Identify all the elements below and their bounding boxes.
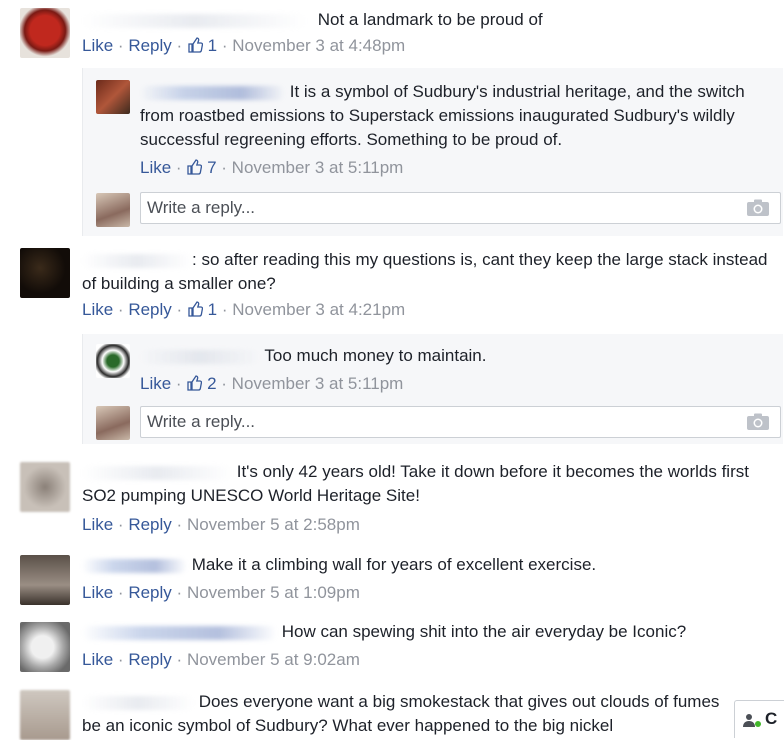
separator: · [175, 158, 182, 177]
timestamp[interactable]: November 3 at 5:11pm [232, 158, 404, 177]
commenter-name[interactable] [140, 85, 285, 100]
reply-link[interactable]: Reply [128, 583, 171, 602]
reply-link[interactable]: Reply [128, 300, 171, 319]
avatar[interactable] [96, 344, 130, 378]
avatar[interactable] [20, 555, 70, 605]
like-count[interactable]: 1 [208, 36, 217, 55]
like-link[interactable]: Like [82, 36, 113, 55]
reply-text: Too much money to maintain. [140, 344, 765, 368]
separator: · [176, 583, 183, 602]
separator: · [117, 650, 124, 669]
timestamp[interactable]: November 3 at 4:48pm [232, 36, 405, 55]
separator: · [176, 36, 183, 55]
reply-thread: Too much money to maintain. Like · 2 · N… [82, 334, 783, 444]
separator: · [176, 300, 183, 319]
reply-link[interactable]: Reply [128, 515, 171, 534]
comment-text: Not a landmark to be proud of [82, 8, 762, 32]
chat-label: C [765, 709, 778, 728]
like-link[interactable]: Like [140, 374, 171, 393]
comment-body: How can spewing shit into the air everyd… [281, 622, 687, 641]
comment-text: How can spewing shit into the air everyd… [82, 620, 772, 644]
separator: · [221, 374, 227, 393]
avatar[interactable] [20, 8, 70, 58]
timestamp[interactable]: November 3 at 4:21pm [232, 300, 405, 319]
avatar[interactable] [20, 622, 70, 672]
reply-placeholder: Write a reply... [147, 412, 256, 431]
like-link[interactable]: Like [140, 158, 171, 177]
reply-link[interactable]: Reply [128, 36, 171, 55]
commenter-name[interactable] [140, 349, 260, 364]
avatar[interactable] [96, 80, 130, 114]
commenter-name[interactable] [82, 465, 232, 480]
commenter-name[interactable] [82, 253, 192, 268]
comment-body: Make it a climbing wall for years of exc… [191, 555, 597, 574]
separator: · [175, 374, 182, 393]
timestamp[interactable]: November 5 at 2:58pm [187, 515, 360, 534]
current-user-avatar [96, 406, 130, 440]
comment-actions: Like · Reply · November 5 at 1:09pm [82, 582, 360, 604]
thumbs-up-icon[interactable] [186, 159, 203, 175]
reply-thread: It is a symbol of Sudbury's industrial h… [82, 68, 783, 236]
thumbs-up-icon[interactable] [187, 301, 203, 317]
online-dot [755, 721, 761, 727]
commenter-name[interactable] [82, 558, 187, 573]
like-link[interactable]: Like [82, 300, 113, 319]
avatar[interactable] [20, 462, 70, 512]
camera-icon[interactable] [746, 199, 770, 217]
like-link[interactable]: Like [82, 650, 113, 669]
timestamp[interactable]: November 5 at 1:09pm [187, 583, 360, 602]
reply-actions: Like · 7 · November 3 at 5:11pm [140, 157, 403, 179]
separator: · [117, 515, 124, 534]
comment-actions: Like · Reply · 1 · November 3 at 4:48pm [82, 35, 405, 57]
current-user-avatar [96, 193, 130, 227]
like-link[interactable]: Like [82, 515, 113, 534]
timestamp[interactable]: November 5 at 9:02am [187, 650, 360, 669]
timestamp[interactable]: November 3 at 5:11pm [232, 374, 404, 393]
avatar[interactable] [20, 690, 70, 740]
comment-text: : so after reading this my questions is,… [82, 248, 772, 296]
like-count[interactable]: 7 [207, 158, 216, 177]
reply-link[interactable]: Reply [128, 650, 171, 669]
separator: · [221, 158, 227, 177]
separator: · [117, 36, 124, 55]
separator: · [176, 515, 183, 534]
comment-actions: Like · Reply · November 5 at 2:58pm [82, 514, 360, 536]
camera-icon[interactable] [746, 413, 770, 431]
thumbs-up-icon[interactable] [187, 37, 203, 53]
separator: · [176, 650, 183, 669]
comment-body: Not a landmark to be proud of [317, 10, 543, 29]
comment-text: Make it a climbing wall for years of exc… [82, 553, 772, 577]
reply-text: It is a symbol of Sudbury's industrial h… [140, 80, 765, 152]
reply-input[interactable]: Write a reply... [140, 192, 781, 224]
separator: · [221, 36, 228, 55]
reply-actions: Like · 2 · November 3 at 5:11pm [140, 373, 403, 395]
person-icon [743, 714, 755, 727]
comment-actions: Like · Reply · November 5 at 9:02am [82, 649, 360, 671]
chat-widget[interactable]: C [734, 700, 784, 738]
separator: · [221, 300, 228, 319]
like-link[interactable]: Like [82, 583, 113, 602]
separator: · [117, 583, 124, 602]
reply-body: Too much money to maintain. [264, 346, 487, 365]
reply-input[interactable]: Write a reply... [140, 406, 781, 438]
commenter-name[interactable] [82, 695, 194, 710]
commenter-name[interactable] [82, 625, 277, 640]
avatar[interactable] [20, 248, 70, 298]
like-count[interactable]: 1 [208, 300, 217, 319]
comment-text: Does everyone want a big smokestack that… [82, 690, 730, 740]
thumbs-up-icon[interactable] [186, 375, 203, 391]
reply-placeholder: Write a reply... [147, 198, 256, 217]
comment-text: It's only 42 years old! Take it down bef… [82, 460, 772, 508]
like-count[interactable]: 2 [207, 374, 216, 393]
comment-actions: Like · Reply · 1 · November 3 at 4:21pm [82, 299, 405, 321]
commenter-name[interactable] [82, 13, 307, 28]
separator: · [117, 300, 124, 319]
